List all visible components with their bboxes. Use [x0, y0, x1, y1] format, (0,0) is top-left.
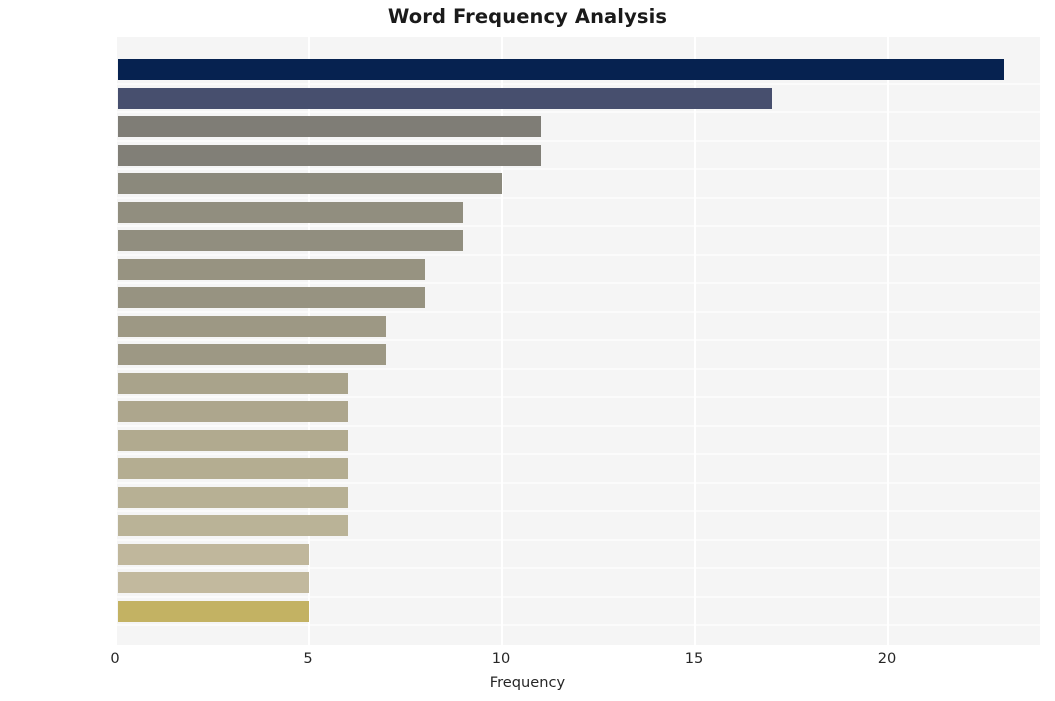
gridline-horizontal: [117, 339, 1040, 341]
gridline-horizontal: [117, 111, 1040, 113]
y-tick-row: attack: [0, 574, 1055, 592]
y-tick-row: interview: [0, 260, 1055, 278]
y-tick-row: cve: [0, 118, 1055, 136]
y-tick-row: discuss: [0, 232, 1055, 250]
gridline-horizontal: [117, 310, 1040, 313]
y-tick-row: help: [0, 175, 1055, 193]
y-tick-row: job: [0, 289, 1055, 307]
gridline-horizontal: [117, 82, 1040, 85]
y-tick-row: threat: [0, 431, 1055, 449]
y-tick-row: risk: [0, 146, 1055, 164]
gridline-horizontal: [117, 510, 1040, 512]
gridline-horizontal: [117, 424, 1040, 427]
gridline-horizontal: [117, 481, 1040, 484]
gridline-horizontal: [117, 139, 1040, 142]
gridline-horizontal: [117, 595, 1040, 598]
chart-figure: Word Frequency Analysis security cybersec…: [0, 0, 1055, 701]
chart-title: Word Frequency Analysis: [387, 5, 668, 28]
y-tick-row: net: [0, 203, 1055, 221]
y-tick-row: cloud: [0, 602, 1055, 620]
gridline-horizontal: [117, 538, 1040, 541]
gridline-horizontal: [117, 396, 1040, 398]
x-tick-label: 15: [684, 650, 704, 667]
y-tick-row: exploit: [0, 317, 1055, 335]
y-tick-row: new: [0, 346, 1055, 364]
x-axis-label: Frequency: [489, 674, 566, 691]
gridline-horizontal: [117, 453, 1040, 455]
gridline-horizontal: [117, 168, 1040, 170]
gridline-horizontal: [117, 567, 1040, 569]
y-tick-row: cybersecurity: [0, 89, 1055, 107]
gridline-horizontal: [117, 282, 1040, 284]
gridline-horizontal: [117, 624, 1040, 626]
y-tick-row: microsoft: [0, 374, 1055, 392]
gridline-horizontal: [117, 225, 1040, 227]
y-tick-row: security: [0, 61, 1055, 79]
x-tick-label: 5: [303, 650, 313, 667]
gridline-horizontal: [117, 196, 1040, 199]
y-tick-row: vulnerabilities: [0, 460, 1055, 478]
y-tick-row: november: [0, 403, 1055, 421]
x-tick-label: 20: [877, 650, 897, 667]
x-tick-label: 10: [491, 650, 511, 667]
gridline-horizontal: [117, 253, 1040, 256]
y-tick-row: cyber: [0, 488, 1055, 506]
x-tick-label: 0: [110, 650, 120, 667]
gridline-horizontal: [117, 367, 1040, 370]
y-tick-row: data: [0, 545, 1055, 563]
y-tick-row: report: [0, 517, 1055, 535]
